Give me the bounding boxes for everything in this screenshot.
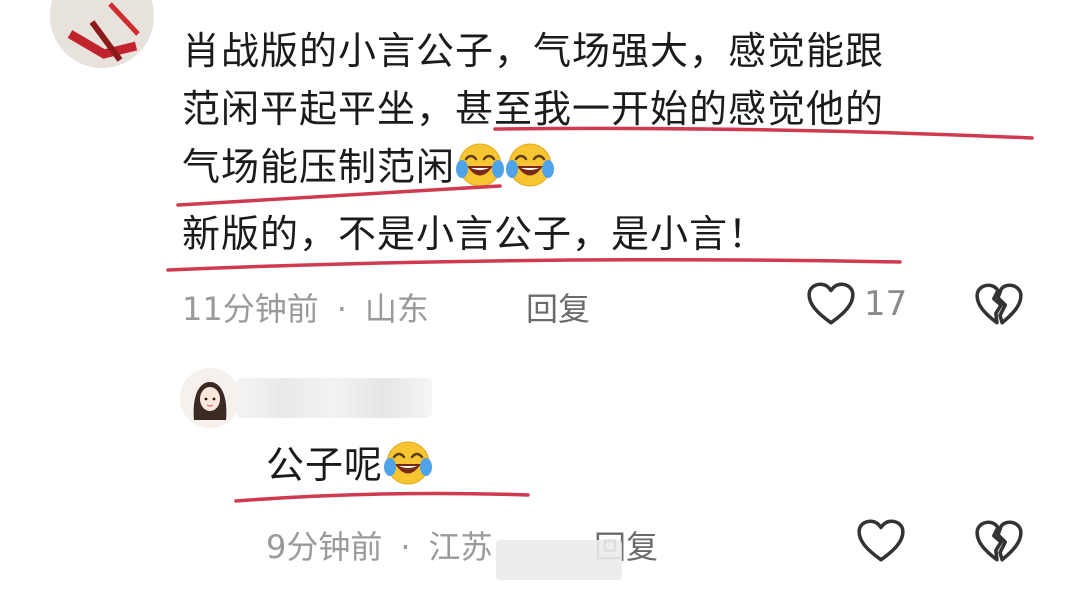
reply-location: 江苏 — [428, 528, 493, 566]
broken-heart-icon[interactable] — [974, 518, 1024, 564]
reply-text: 公子呢 — [266, 443, 384, 487]
reply-button[interactable]: 回复 — [526, 284, 590, 330]
heart-icon[interactable] — [856, 518, 906, 564]
broken-heart-icon[interactable] — [974, 281, 1024, 327]
reply-avatar[interactable] — [180, 368, 240, 428]
reply-time: 9分钟前 — [266, 528, 383, 566]
comment-time: 11分钟前 — [182, 290, 319, 328]
laughing-crying-emoji-icon — [383, 437, 433, 487]
comment-meta: 11分钟前 · 山东 — [182, 290, 429, 328]
like-count: 17 — [864, 284, 908, 324]
comment-location: 山东 — [364, 290, 429, 328]
heart-icon[interactable] — [806, 281, 856, 327]
reply-username-blurred — [236, 378, 432, 418]
watermark-overlay — [496, 540, 622, 580]
reply-meta: 9分钟前 · 江苏 — [266, 528, 493, 566]
reply-text-line: 公子呢 — [266, 436, 433, 494]
